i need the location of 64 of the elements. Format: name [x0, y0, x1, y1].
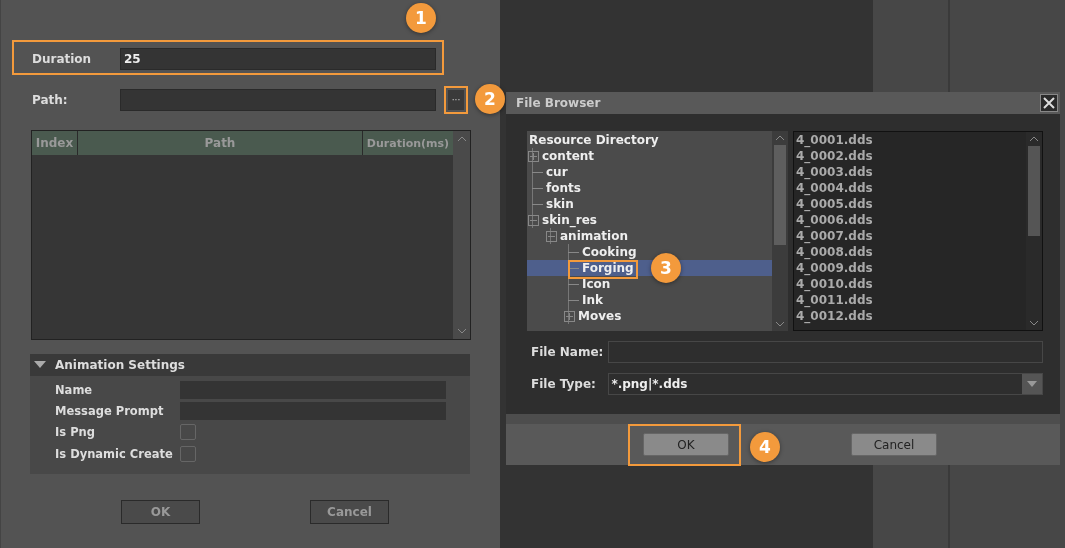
expander-icon[interactable] [564, 310, 575, 322]
tree-item[interactable]: animation [557, 229, 628, 243]
file-item[interactable]: 4_0007.dds [796, 228, 1026, 244]
tree-item[interactable]: Moves [575, 309, 622, 323]
scroll-thumb[interactable] [1028, 146, 1040, 236]
highlight-frame [444, 86, 468, 114]
field-label: Duration [31, 52, 93, 66]
file-item[interactable]: 4_0010.dds [796, 276, 1026, 292]
setting-label: Message Prompt [55, 404, 165, 418]
expander-icon[interactable] [528, 150, 539, 162]
scroll-down-icon[interactable] [1029, 320, 1039, 326]
tree-item[interactable]: Forging [579, 261, 634, 275]
scroll-up-icon[interactable] [456, 136, 467, 142]
setting-label: Is Png [55, 425, 96, 439]
tree-item[interactable]: Icon [579, 277, 611, 291]
ok-button[interactable]: OK [643, 433, 729, 456]
expander-icon[interactable] [528, 214, 539, 226]
setting-label: Name [55, 383, 94, 397]
window-title: File Browser [516, 96, 601, 110]
scroll-down-icon[interactable] [456, 328, 467, 334]
field-label: File Type: [530, 377, 597, 391]
field-label: File Name: [530, 345, 605, 359]
expander-icon[interactable] [546, 230, 557, 242]
checkbox[interactable] [180, 424, 196, 440]
file-item[interactable]: 4_0009.dds [796, 260, 1026, 276]
tree-item[interactable]: fonts [543, 181, 581, 195]
file-item[interactable]: 4_0001.dds [796, 132, 1026, 148]
duration-field[interactable]: 25 [120, 48, 436, 70]
scrollbar[interactable] [1026, 132, 1042, 330]
section-header[interactable]: Animation Settings [30, 354, 470, 376]
tree-root[interactable]: Resource Directory [527, 133, 659, 147]
file-name-field[interactable] [608, 341, 1043, 363]
file-item[interactable]: 4_0005.dds [796, 196, 1026, 212]
file-item[interactable]: 4_0003.dds [796, 164, 1026, 180]
file-item[interactable]: 4_0012.dds [796, 308, 1026, 324]
file-item[interactable]: 4_0011.dds [796, 292, 1026, 308]
tree-item[interactable]: Cooking [579, 245, 637, 259]
section-title: Animation Settings [55, 358, 185, 372]
collapse-icon[interactable] [34, 361, 46, 369]
tree-item[interactable]: skin [543, 197, 574, 211]
scroll-up-icon[interactable] [1029, 136, 1039, 142]
file-item[interactable]: 4_0006.dds [796, 212, 1026, 228]
scroll-down-icon[interactable] [775, 321, 785, 327]
close-icon[interactable] [1040, 94, 1058, 112]
caret-icon [1027, 381, 1037, 387]
file-item[interactable]: 4_0008.dds [796, 244, 1026, 260]
field-label: Path: [31, 93, 69, 107]
highlight-frame [568, 260, 638, 279]
browse-button[interactable]: ··· [447, 89, 465, 111]
tree-item[interactable]: skin_res [539, 213, 597, 227]
scrollbar[interactable] [772, 131, 788, 331]
tree-item[interactable]: content [539, 149, 595, 163]
tree-item[interactable]: cur [543, 165, 568, 179]
setting-label: Is Dynamic Create [55, 447, 174, 461]
scroll-thumb[interactable] [774, 145, 786, 245]
tree-item[interactable]: Ink [579, 293, 603, 307]
file-type-dropdown[interactable]: *.png|*.dds [608, 373, 1043, 395]
cancel-button[interactable]: Cancel [851, 433, 937, 456]
scrollbar[interactable] [453, 131, 470, 339]
file-item[interactable]: 4_0004.dds [796, 180, 1026, 196]
file-item[interactable]: 4_0002.dds [796, 148, 1026, 164]
path-field[interactable] [120, 89, 436, 111]
checkbox[interactable] [180, 446, 196, 462]
scroll-up-icon[interactable] [775, 135, 785, 141]
